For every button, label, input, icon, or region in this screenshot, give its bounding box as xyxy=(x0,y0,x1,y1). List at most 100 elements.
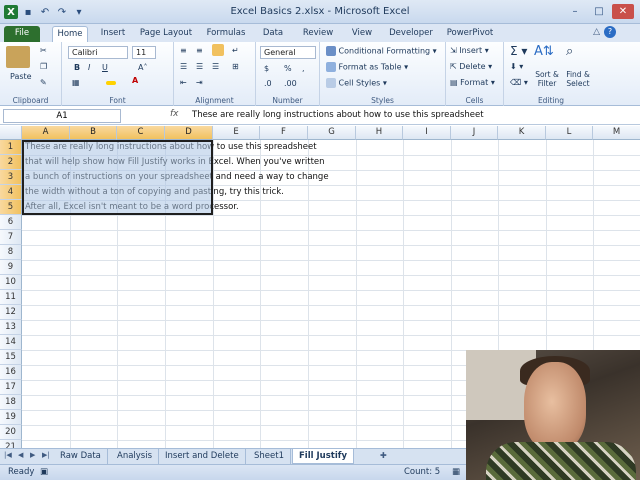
tab-home[interactable]: Home xyxy=(52,26,88,42)
cut-icon[interactable]: ✂ xyxy=(40,46,47,55)
row-header-8[interactable]: 8 xyxy=(0,245,22,260)
row-header-6[interactable]: 6 xyxy=(0,215,22,230)
italic-button[interactable]: I xyxy=(88,63,90,72)
cell-styles-button[interactable]: Cell Styles ▾ xyxy=(326,78,387,88)
sheet-tab-analysis[interactable]: Analysis xyxy=(111,449,160,464)
tab-powerpivot[interactable]: PowerPivot xyxy=(444,26,496,42)
row-header-18[interactable]: 18 xyxy=(0,395,22,410)
font-size-combo[interactable]: 11 xyxy=(132,46,156,59)
column-header-g[interactable]: G xyxy=(308,126,356,140)
row-header-17[interactable]: 17 xyxy=(0,380,22,395)
sort-filter-label[interactable]: Sort & Filter xyxy=(530,70,564,88)
first-sheet-icon[interactable]: |◀ xyxy=(4,451,12,459)
minimize-button[interactable]: – xyxy=(564,4,586,19)
column-header-i[interactable]: I xyxy=(403,126,451,140)
tab-formulas[interactable]: Formulas xyxy=(204,26,248,42)
merge-center-icon[interactable]: ⊞ xyxy=(232,62,239,71)
center-icon[interactable]: ☰ xyxy=(196,62,203,71)
name-box[interactable]: A1 xyxy=(3,109,121,123)
fill-icon[interactable]: ⬇ ▾ xyxy=(510,62,523,71)
column-header-b[interactable]: B xyxy=(70,126,117,140)
last-sheet-icon[interactable]: ▶| xyxy=(42,451,50,459)
column-header-m[interactable]: M xyxy=(593,126,640,140)
fill-color-icon[interactable] xyxy=(106,78,116,87)
row-header-10[interactable]: 10 xyxy=(0,275,22,290)
increase-decimal-icon[interactable]: .0 xyxy=(264,79,272,88)
number-format-combo[interactable]: General xyxy=(260,46,316,59)
row-header-1[interactable]: 1 xyxy=(0,140,22,155)
column-header-k[interactable]: K xyxy=(498,126,546,140)
copy-icon[interactable]: ❐ xyxy=(40,62,47,71)
row-header-5[interactable]: 5 xyxy=(0,200,22,215)
macro-record-icon[interactable]: ▣ xyxy=(40,467,48,477)
align-left-icon[interactable]: ☰ xyxy=(180,62,187,71)
format-as-table-button[interactable]: Format as Table ▾ xyxy=(326,62,408,72)
tab-data[interactable]: Data xyxy=(258,26,288,42)
close-button[interactable]: ✕ xyxy=(612,4,634,19)
row-header-9[interactable]: 9 xyxy=(0,260,22,275)
row-header-3[interactable]: 3 xyxy=(0,170,22,185)
increase-indent-icon[interactable]: ⇥ xyxy=(196,78,203,87)
comma-style-icon[interactable]: , xyxy=(302,64,305,73)
row-header-11[interactable]: 11 xyxy=(0,290,22,305)
tab-review[interactable]: Review xyxy=(298,26,338,42)
maximize-button[interactable]: □ xyxy=(588,4,610,19)
decrease-indent-icon[interactable]: ⇤ xyxy=(180,78,187,87)
currency-button[interactable]: $ xyxy=(264,64,269,73)
align-right-icon[interactable]: ☰ xyxy=(212,62,219,71)
tab-file[interactable]: File xyxy=(4,26,40,42)
select-all-corner[interactable] xyxy=(0,126,22,140)
row-header-13[interactable]: 13 xyxy=(0,320,22,335)
selected-range[interactable] xyxy=(22,140,213,215)
prev-sheet-icon[interactable]: ◀ xyxy=(18,451,23,459)
tab-insert[interactable]: Insert xyxy=(96,26,130,42)
normal-view-icon[interactable]: ▦ xyxy=(452,467,460,477)
sheet-tab-fill-justify[interactable]: Fill Justify xyxy=(292,449,354,464)
percent-button[interactable]: % xyxy=(284,64,292,73)
tab-developer[interactable]: Developer xyxy=(386,26,436,42)
autosum-icon[interactable]: Σ ▾ xyxy=(510,44,527,58)
sheet-tab-sheet1[interactable]: Sheet1 xyxy=(248,449,291,464)
wrap-text-icon[interactable]: ↵ xyxy=(232,46,239,55)
row-header-2[interactable]: 2 xyxy=(0,155,22,170)
top-align-icon[interactable]: ≡ xyxy=(180,46,187,55)
find-select-icon[interactable]: ⌕ xyxy=(566,44,573,59)
borders-icon[interactable]: ▦ xyxy=(72,78,80,87)
row-header-7[interactable]: 7 xyxy=(0,230,22,245)
column-header-j[interactable]: J xyxy=(451,126,498,140)
bold-button[interactable]: B xyxy=(74,63,80,72)
format-cells-button[interactable]: ▤ Format ▾ xyxy=(450,78,495,87)
middle-align-icon[interactable]: ≡ xyxy=(196,46,203,55)
conditional-formatting-button[interactable]: Conditional Formatting ▾ xyxy=(326,46,437,56)
sheet-tab-raw-data[interactable]: Raw Data xyxy=(54,449,108,464)
tab-page-layout[interactable]: Page Layout xyxy=(138,26,194,42)
row-header-12[interactable]: 12 xyxy=(0,305,22,320)
column-header-d[interactable]: D xyxy=(165,126,213,140)
underline-button[interactable]: U xyxy=(102,63,108,72)
column-header-h[interactable]: H xyxy=(356,126,403,140)
next-sheet-icon[interactable]: ▶ xyxy=(30,451,35,459)
row-header-16[interactable]: 16 xyxy=(0,365,22,380)
formula-input[interactable]: These are really long instructions about… xyxy=(192,110,484,120)
row-header-20[interactable]: 20 xyxy=(0,425,22,440)
font-color-icon[interactable]: A xyxy=(132,76,138,85)
grow-font-icon[interactable]: A˄ xyxy=(138,63,147,72)
column-header-l[interactable]: L xyxy=(546,126,593,140)
sort-filter-icon[interactable]: A⇅ xyxy=(534,44,554,59)
column-header-a[interactable]: A xyxy=(22,126,70,140)
sheet-tab-insert-and-delete[interactable]: Insert and Delete xyxy=(159,449,246,464)
delete-cells-button[interactable]: ⇱ Delete ▾ xyxy=(450,62,492,71)
insert-cells-button[interactable]: ⇲ Insert ▾ xyxy=(450,46,489,55)
bottom-align-icon[interactable] xyxy=(212,44,224,56)
find-select-label[interactable]: Find & Select xyxy=(562,70,594,88)
minimize-ribbon-icon[interactable]: △ xyxy=(593,27,600,37)
paste-button[interactable] xyxy=(6,46,30,68)
row-header-14[interactable]: 14 xyxy=(0,335,22,350)
fx-icon[interactable]: fx xyxy=(170,109,179,119)
clear-icon[interactable]: ⌫ ▾ xyxy=(510,78,528,87)
help-icon[interactable]: ? xyxy=(604,26,616,38)
insert-sheet-icon[interactable]: ✚ xyxy=(380,451,387,460)
row-header-19[interactable]: 19 xyxy=(0,410,22,425)
format-painter-icon[interactable]: ✎ xyxy=(40,78,47,87)
row-header-4[interactable]: 4 xyxy=(0,185,22,200)
